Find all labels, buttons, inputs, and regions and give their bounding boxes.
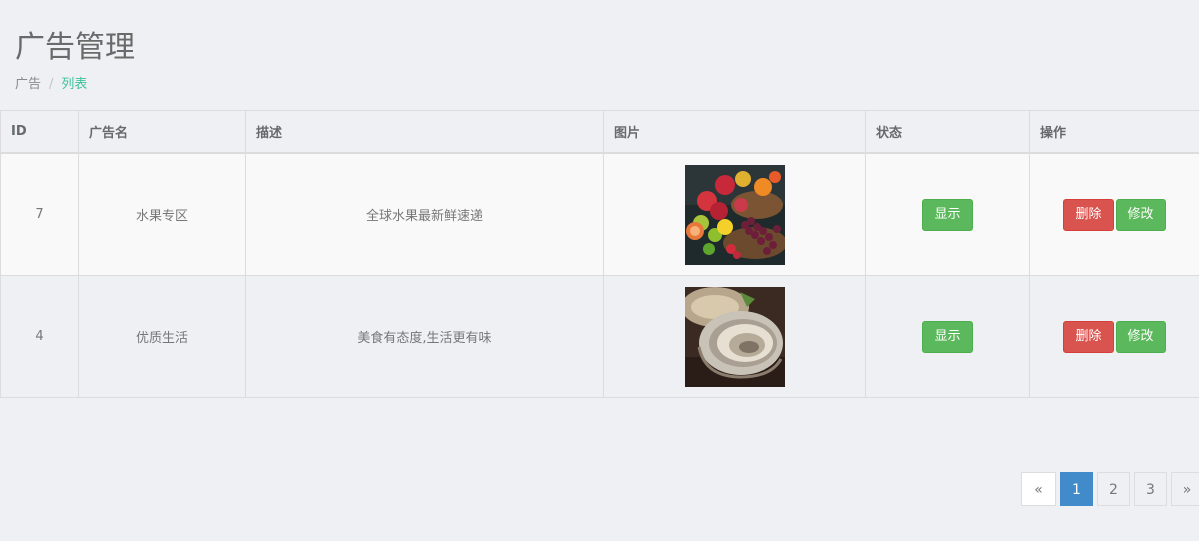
edit-button[interactable]: 修改 [1115, 320, 1166, 353]
cell-id: 7 [0, 152, 79, 276]
pagination-next-button[interactable]: » [1171, 472, 1199, 506]
breadcrumb: 广告 / 列表 [15, 75, 87, 95]
column-header-image: 图片 [603, 110, 866, 154]
oyster-image [684, 286, 785, 387]
cell-status: 显示 [865, 152, 1030, 276]
table-row: 4 优质生活 美食有态度,生活更有味 显示 删除 修改 [0, 275, 1199, 398]
pagination-page-1[interactable]: 1 [1060, 472, 1093, 506]
cell-id: 4 [0, 275, 79, 398]
page-title: 广告管理 [15, 30, 135, 65]
cell-image [603, 275, 866, 398]
column-header-status: 状态 [865, 110, 1030, 154]
ads-table: ID 广告名 描述 图片 状态 操作 7 水果专区 全球水果最新鲜速递 显示 删… [0, 110, 1199, 398]
column-header-id: ID [0, 110, 79, 154]
pagination-page-2[interactable]: 2 [1097, 472, 1130, 506]
column-header-description: 描述 [245, 110, 604, 154]
fruit-basket-image [684, 164, 785, 265]
pagination-prev-button[interactable]: « [1021, 472, 1056, 506]
breadcrumb-current: 列表 [61, 77, 88, 92]
cell-actions: 删除 修改 [1029, 152, 1199, 276]
cell-name: 水果专区 [78, 152, 246, 276]
delete-button[interactable]: 删除 [1063, 320, 1114, 353]
breadcrumb-root[interactable]: 广告 [15, 77, 41, 92]
column-header-actions: 操作 [1029, 110, 1199, 154]
status-show-button[interactable]: 显示 [922, 198, 973, 231]
cell-image [603, 152, 866, 276]
pagination-page-3[interactable]: 3 [1134, 472, 1167, 506]
pagination: « 1 2 3 » [1021, 472, 1199, 506]
cell-description: 美食有态度,生活更有味 [245, 275, 604, 398]
status-show-button[interactable]: 显示 [922, 320, 973, 353]
breadcrumb-separator: / [49, 77, 54, 92]
table-header-row: ID 广告名 描述 图片 状态 操作 [0, 110, 1199, 154]
cell-actions: 删除 修改 [1029, 275, 1199, 398]
table-row: 7 水果专区 全球水果最新鲜速递 显示 删除 修改 [0, 152, 1199, 276]
delete-button[interactable]: 删除 [1063, 198, 1114, 231]
column-header-name: 广告名 [78, 110, 246, 154]
edit-button[interactable]: 修改 [1115, 198, 1166, 231]
page: 广告管理 广告 / 列表 ID 广告名 描述 图片 状态 操作 7 水果专区 全… [0, 0, 1199, 541]
cell-status: 显示 [865, 275, 1030, 398]
cell-description: 全球水果最新鲜速递 [245, 152, 604, 276]
cell-name: 优质生活 [78, 275, 246, 398]
